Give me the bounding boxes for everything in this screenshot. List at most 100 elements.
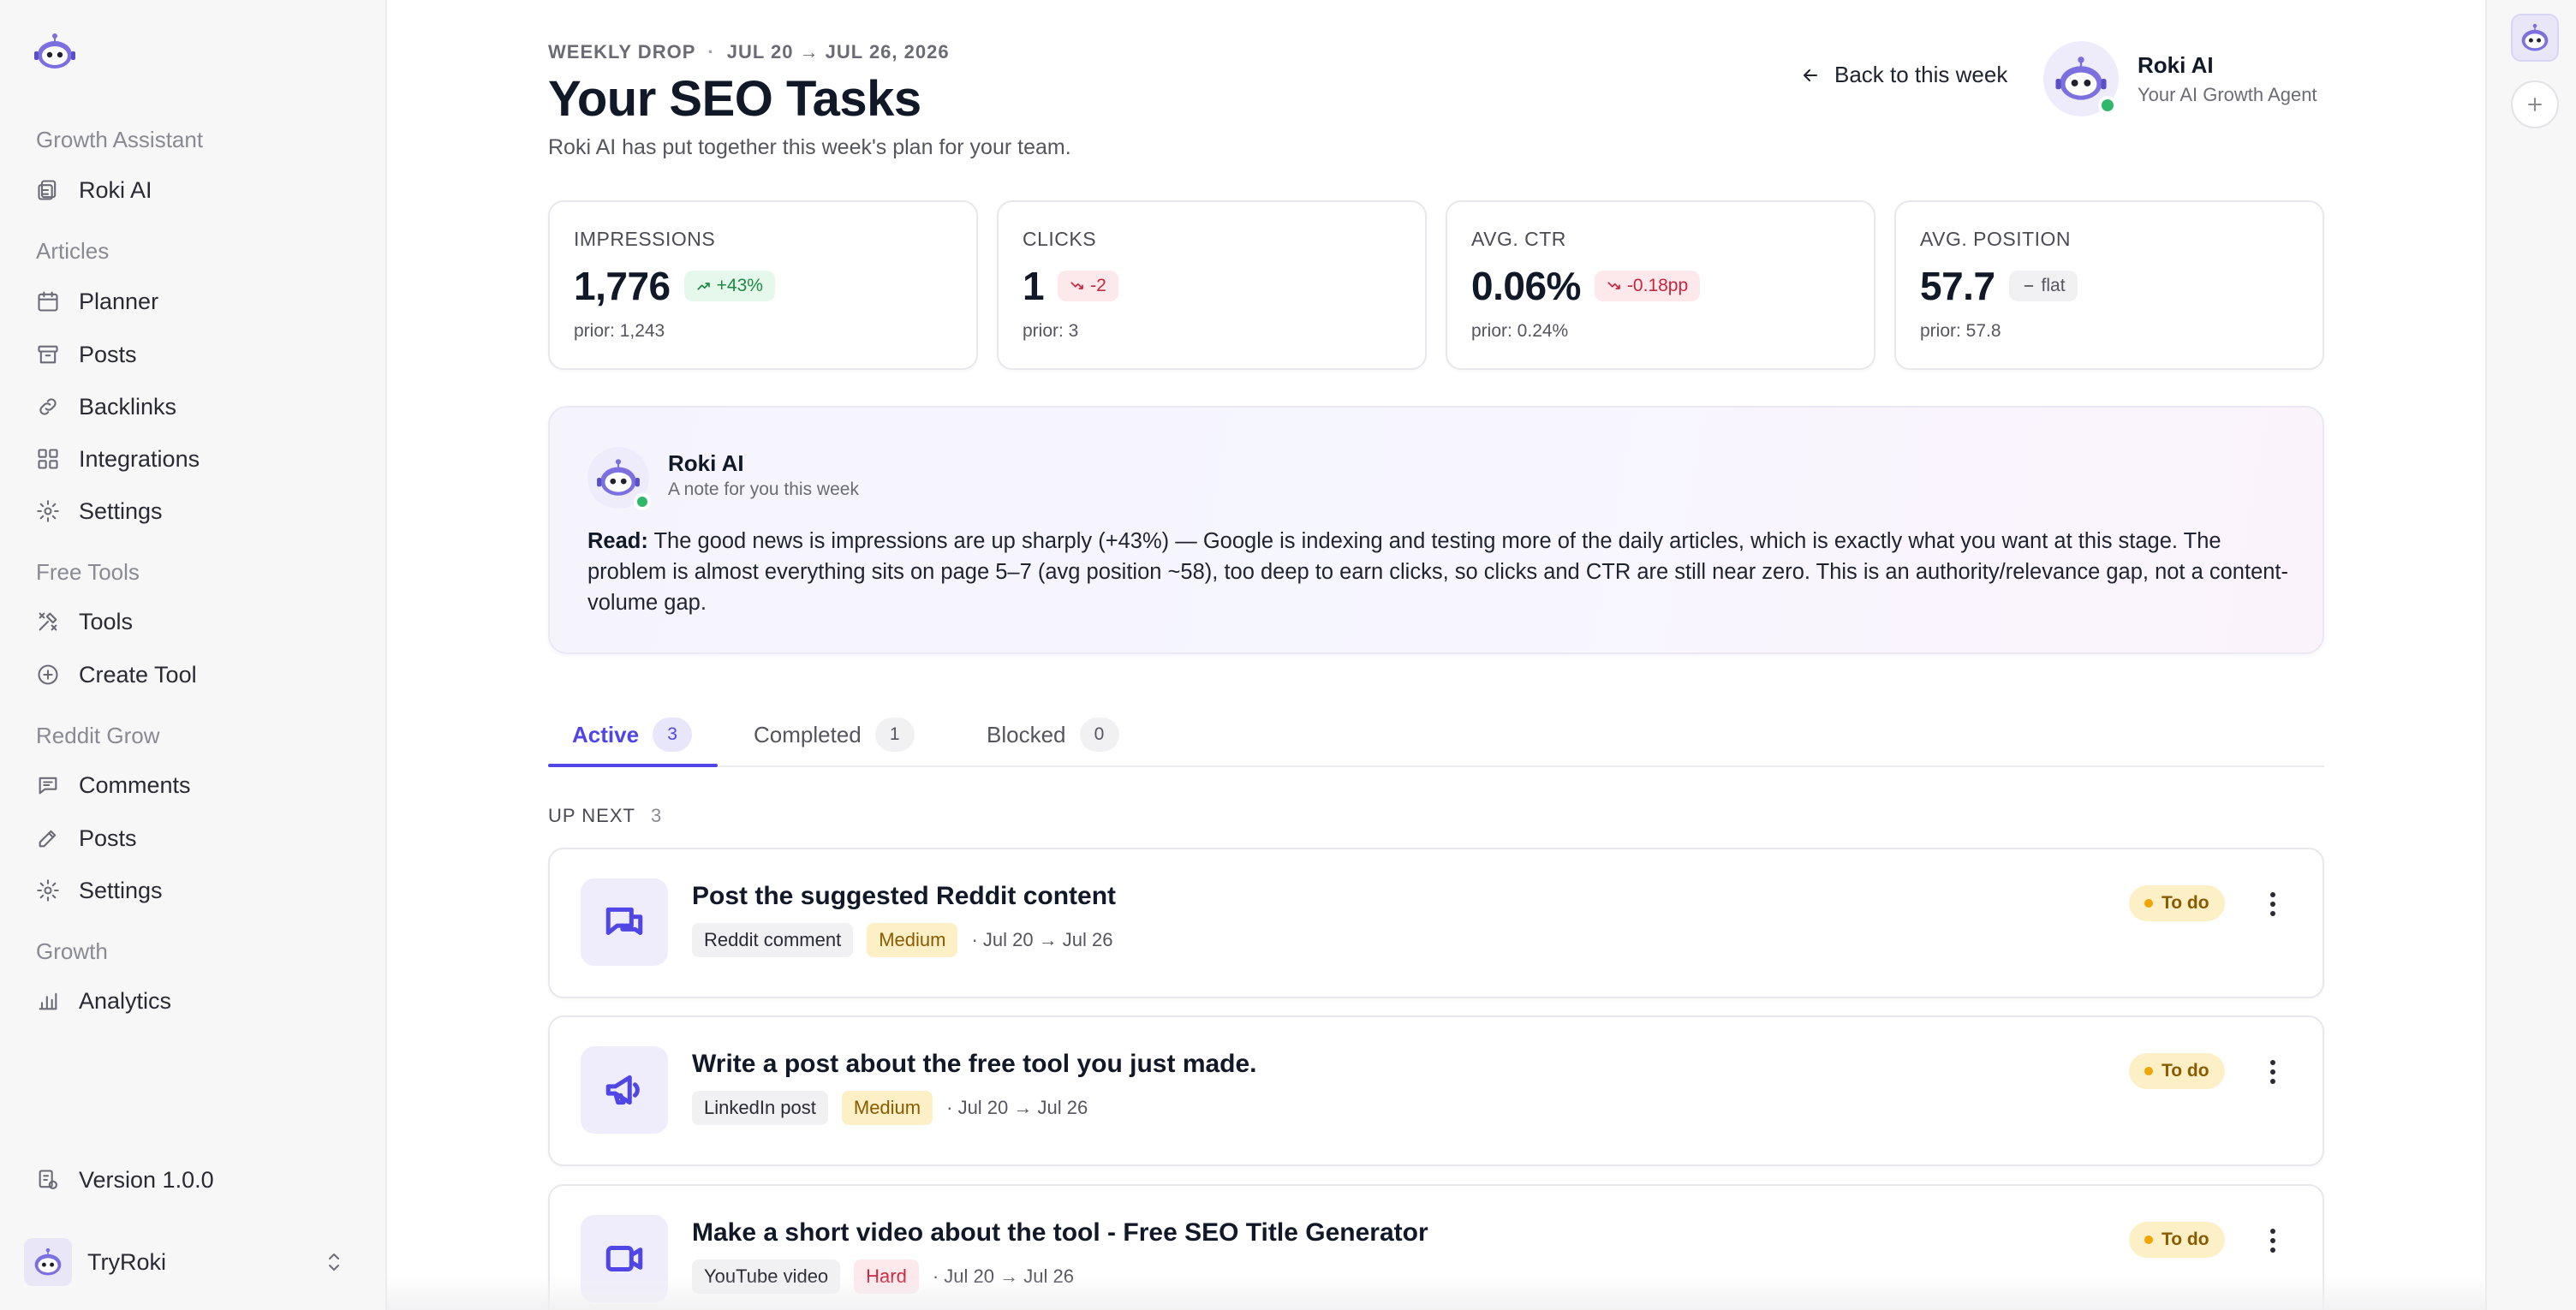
right-rail [2485,0,2576,1310]
sidebar-item-posts[interactable]: Posts [36,336,137,373]
task-title[interactable]: Post the suggested Reddit content [692,882,1116,911]
status-dot [2144,1067,2153,1075]
status-label: To do [2162,893,2209,913]
agent-name: Roki AI [2138,51,2214,78]
online-status-dot [2098,96,2117,115]
sidebar-item-comments[interactable]: Comments [36,766,191,804]
chat-icon [39,777,57,795]
status-label: To do [2162,1230,2209,1249]
tab-count: 0 [1079,718,1119,752]
active-tab-indicator [548,764,718,767]
task-more-menu-button[interactable] [2256,1224,2290,1258]
tab-active[interactable]: Active 3 [572,702,693,767]
workspace-avatar [24,1238,72,1286]
menu-dot [2270,1238,2275,1243]
back-label: Back to this week [1834,62,2008,87]
stat-label: IMPRESSIONS [574,228,716,250]
flat-dash-icon [2024,285,2033,287]
status-badge[interactable]: To do [2129,1222,2225,1258]
sidebar-item-label: Create Tool [79,661,197,688]
roki-logo-icon[interactable] [33,29,77,74]
stat-prior: prior: 1,243 [574,321,665,341]
stat-prior: prior: 0.24% [1471,321,1569,341]
sidebar-item-reddit-settings[interactable]: Settings [36,872,163,909]
workspace-name: TryRoki [87,1248,166,1275]
sidebar-item-label: Settings [79,877,163,903]
megaphone-icon [605,1075,640,1105]
note-lead: Read: [587,529,648,553]
menu-dot [2270,1069,2275,1075]
eyebrow-label: WEEKLY DROP [548,41,696,63]
section-label: UP NEXT [548,805,635,826]
task-card[interactable]: Post the suggested Reddit content Reddit… [548,848,2324,998]
stats-row: IMPRESSIONS 1,776 +43% prior: 1,243 CLIC… [548,200,2324,370]
sidebar-group-reddit-grow: Reddit Grow [36,723,160,748]
sidebar-item-tools[interactable]: Tools [36,603,133,640]
sidebar-group-free-tools: Free Tools [36,559,140,585]
sidebar-item-backlinks[interactable]: Backlinks [36,388,176,426]
rail-agent-avatar[interactable] [2511,14,2559,62]
sidebar-item-integrations[interactable]: Integrations [36,440,200,478]
task-title[interactable]: Make a short video about the tool - Free… [692,1218,1428,1247]
trend-down-icon [1607,282,1620,289]
tab-blocked[interactable]: Blocked 0 [987,702,1119,767]
delta-badge: +43% [683,271,775,301]
task-title[interactable]: Write a post about the free tool you jus… [692,1050,1257,1079]
status-label: To do [2162,1061,2209,1081]
sidebar-item-label: Tools [79,608,134,634]
tools-icon [39,612,57,631]
page-title: Your SEO Tasks [548,71,921,127]
tab-label: Completed [754,721,862,747]
stat-value: 1,776 [574,264,671,308]
gear-icon [37,879,59,902]
version-doc-icon [39,1170,57,1189]
link-icon [39,398,57,415]
sidebar-item-label: Roki AI [79,176,152,203]
roki-robot-icon [2521,23,2549,51]
sidebar-item-analytics[interactable]: Analytics [36,982,171,1020]
chevron-updown-icon [329,1253,339,1271]
plus-circle-icon [38,664,58,685]
menu-dot [2270,1079,2275,1084]
status-badge[interactable]: To do [2129,1053,2225,1089]
delta-badge: -2 [1058,271,1118,301]
rail-add-button[interactable] [2511,80,2559,128]
sidebar-item-label: Comments [79,771,191,798]
page-subtitle: Roki AI has put together this week's pla… [548,135,1071,159]
stat-value: 57.7 [1920,264,1995,308]
sidebar-item-roki-ai[interactable]: Roki AI [36,171,152,209]
task-more-menu-button[interactable] [2256,887,2290,921]
status-badge[interactable]: To do [2129,885,2225,921]
sidebar-item-create-tool[interactable]: Create Tool [36,656,197,694]
stat-card-clicks: CLICKS 1 -2 prior: 3 [997,200,1427,370]
difficulty-tag: Medium [867,923,958,957]
workspace-switcher[interactable]: TryRoki [24,1238,353,1286]
menu-dot [2270,1247,2275,1253]
eyebrow-date-range: JUL 20 → JUL 26, 2026 [726,41,950,63]
note-body: Read: The good news is impressions are u… [587,526,2292,618]
task-card[interactable]: Write a post about the free tool you jus… [548,1015,2324,1166]
version-item[interactable]: Version 1.0.0 [36,1161,214,1199]
note-text: The good news is impressions are up shar… [587,529,2289,615]
task-type-icon [581,1215,668,1302]
task-card[interactable]: Make a short video about the tool - Free… [548,1184,2324,1310]
note-agent-avatar [587,447,651,510]
task-type-tag: Reddit comment [692,923,854,957]
task-more-menu-button[interactable] [2256,1055,2290,1089]
difficulty-tag: Medium [841,1091,933,1125]
sidebar-item-planner[interactable]: Planner [36,283,158,320]
sidebar-item-reddit-posts[interactable]: Posts [36,819,137,857]
trend-down-icon [1070,282,1083,289]
sidebar-item-label: Posts [79,341,137,367]
archive-icon [38,345,58,364]
sidebar-item-label: Settings [79,497,163,524]
tab-completed[interactable]: Completed 1 [754,702,915,767]
pencil-icon [39,830,57,848]
sidebar-group-growth-assistant: Growth Assistant [36,127,204,152]
stat-label: AVG. POSITION [1920,228,2072,250]
task-meta: Reddit comment Medium · Jul 20 → Jul 26 [692,923,1113,957]
sidebar-item-settings[interactable]: Settings [36,492,163,530]
bar-chart-icon [39,992,57,1010]
menu-dot [2270,1229,2275,1234]
back-to-week-button[interactable]: Back to this week [1800,62,2007,88]
